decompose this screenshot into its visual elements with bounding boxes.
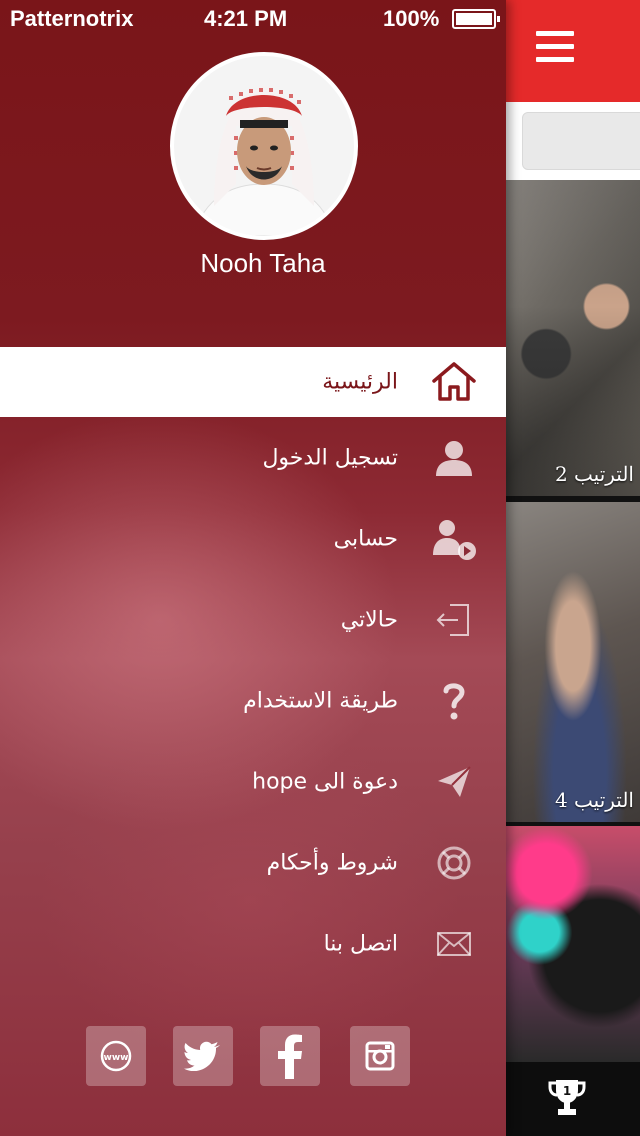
status-bar: Patternotrix 4:21 PM 100% [0, 0, 640, 36]
svg-text:www: www [104, 1053, 129, 1063]
nav-menu: الرئيسية تسجيل الدخول حسابى حالاتي طريقة… [0, 347, 506, 984]
case-card[interactable]: الترتيب 4 [506, 502, 640, 822]
case-rank: الترتيب 4 [554, 788, 634, 812]
menu-item-label: شروط وأحكام [266, 850, 398, 875]
menu-item-label: حسابى [333, 526, 398, 551]
menu-item-label: اتصل بنا [323, 931, 398, 956]
menu-item-invite[interactable]: دعوة الى hope [0, 741, 506, 822]
www-icon[interactable]: www [86, 1026, 146, 1086]
twitter-icon[interactable] [173, 1026, 233, 1086]
trophy-icon[interactable]: 1 [548, 1078, 586, 1118]
facebook-icon[interactable] [260, 1026, 320, 1086]
carrier-label: Patternotrix [10, 6, 134, 31]
profile-name: Nooh Taha [200, 248, 326, 278]
menu-item-label: طريقة الاستخدام [243, 688, 398, 713]
battery-percent: 100% [383, 6, 440, 31]
avatar[interactable] [170, 52, 358, 240]
menu-item-contact[interactable]: اتصل بنا [0, 903, 506, 984]
side-drawer: Nooh Taha الرئيسية تسجيل الدخول حسابى حا… [0, 0, 506, 1136]
home-icon [428, 359, 480, 405]
menu-item-login[interactable]: تسجيل الدخول [0, 417, 506, 498]
menu-item-label: تسجيل الدخول [262, 445, 398, 470]
clock: 4:21 PM [204, 6, 288, 31]
menu-item-home[interactable]: الرئيسية [0, 347, 506, 417]
search-area [506, 102, 640, 180]
bottom-bar: 1 [506, 1062, 640, 1136]
search-input[interactable] [522, 112, 640, 170]
paper-plane-icon [428, 759, 480, 805]
account-icon [428, 516, 480, 562]
menu-item-label: دعوة الى hope [252, 769, 398, 794]
envelope-icon [428, 921, 480, 967]
case-card[interactable]: الترتيب 2 [506, 180, 640, 496]
case-card[interactable] [506, 826, 640, 1062]
case-rank: الترتيب 2 [554, 462, 634, 486]
svg-text:1: 1 [563, 1084, 571, 1098]
door-exit-icon [428, 597, 480, 643]
menu-item-label: حالاتي [340, 607, 398, 632]
question-icon [428, 678, 480, 724]
menu-item-label: الرئيسية [322, 369, 398, 395]
menu-item-terms[interactable]: شروط وأحكام [0, 822, 506, 903]
instagram-icon[interactable] [350, 1026, 410, 1086]
lifebuoy-icon [428, 840, 480, 886]
battery-icon [452, 9, 500, 29]
menu-item-how-to-use[interactable]: طريقة الاستخدام [0, 660, 506, 741]
menu-item-my-cases[interactable]: حالاتي [0, 579, 506, 660]
social-links: www [86, 1026, 416, 1086]
user-icon [428, 435, 480, 481]
menu-item-account[interactable]: حسابى [0, 498, 506, 579]
main-content: الترتيب 2 الترتيب 4 1 [506, 0, 640, 1136]
